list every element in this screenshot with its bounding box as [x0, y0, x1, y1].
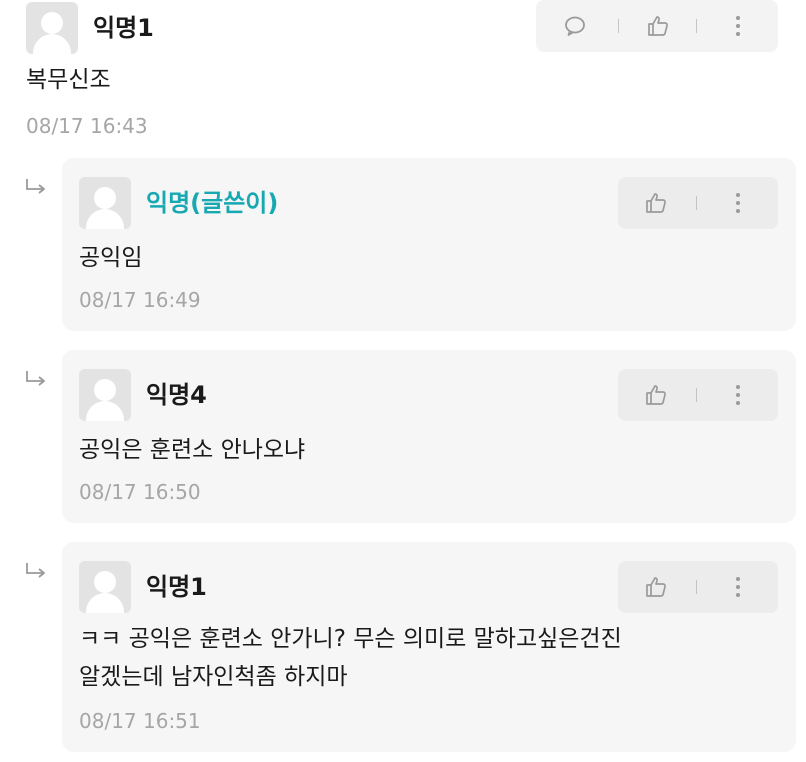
reply-card: 익명4 공익은 훈련소 안나오냐 08/17 16:50: [62, 350, 796, 523]
like-button[interactable]: [636, 0, 680, 52]
reply-button[interactable]: [553, 0, 597, 52]
more-button[interactable]: [716, 0, 760, 52]
action-divider: [618, 19, 619, 33]
reply-card: 익명1 ㅋㅋ 공익은 훈련소 안가니? 무슨 의미로 말하고싶은건진 알겠는데 …: [62, 542, 796, 752]
reply-timestamp: 08/17 16:49: [79, 288, 201, 312]
action-divider: [696, 388, 697, 402]
more-button[interactable]: [716, 369, 760, 421]
reply-text: 알겠는데 남자인척좀 하지마: [79, 664, 348, 690]
thumbs-up-icon: [646, 385, 666, 405]
reply-action-bar: [618, 177, 778, 229]
avatar-head: [41, 12, 63, 34]
thumbs-up-icon: [646, 577, 666, 597]
reply-text: ㅋㅋ 공익은 훈련소 안가니? 무슨 의미로 말하고싶은건진: [79, 626, 622, 652]
reply-nickname[interactable]: 익명(글쓴이): [146, 188, 278, 218]
avatar-head: [94, 187, 116, 209]
avatar-body: [86, 593, 124, 613]
thumbs-up-icon: [646, 193, 666, 213]
avatar-body: [86, 209, 124, 229]
avatar-head: [94, 379, 116, 401]
reply-action-bar: [618, 561, 778, 613]
avatar-head: [94, 571, 116, 593]
avatar-body: [33, 34, 71, 54]
more-vertical-icon: [736, 193, 740, 213]
avatar[interactable]: [79, 369, 131, 421]
action-divider: [696, 196, 697, 210]
avatar[interactable]: [26, 2, 78, 54]
comment-text: 복무신조: [26, 67, 111, 93]
comment-nickname[interactable]: 익명1: [93, 13, 154, 43]
reply-timestamp: 08/17 16:51: [79, 709, 201, 733]
reply-timestamp: 08/17 16:50: [79, 480, 201, 504]
more-button[interactable]: [716, 177, 760, 229]
reply-action-bar: [618, 369, 778, 421]
action-divider: [696, 580, 697, 594]
reply-arrow-icon: [26, 371, 45, 386]
like-button[interactable]: [634, 561, 678, 613]
reply-nickname[interactable]: 익명4: [146, 380, 207, 410]
reply-arrow-icon: [26, 563, 45, 578]
more-vertical-icon: [736, 16, 740, 36]
avatar-body: [86, 401, 124, 421]
comment-timestamp: 08/17 16:43: [26, 114, 148, 138]
more-button[interactable]: [716, 561, 760, 613]
like-button[interactable]: [634, 369, 678, 421]
reply-text: 공익은 훈련소 안나오냐: [79, 437, 306, 463]
reply-arrow-icon: [26, 179, 45, 194]
reply-text: 공익임: [79, 245, 143, 271]
comment-icon: [565, 16, 585, 36]
avatar[interactable]: [79, 561, 131, 613]
action-divider: [696, 19, 697, 33]
reply-nickname[interactable]: 익명1: [146, 572, 207, 602]
more-vertical-icon: [736, 385, 740, 405]
avatar[interactable]: [79, 177, 131, 229]
comment-action-bar: [536, 0, 778, 52]
root-comment: 익명1 복무신조 08/17 16:43: [0, 0, 806, 150]
thumbs-up-icon: [648, 16, 668, 36]
reply-card: 익명(글쓴이) 공익임 08/17 16:49: [62, 158, 796, 331]
like-button[interactable]: [634, 177, 678, 229]
more-vertical-icon: [736, 577, 740, 597]
